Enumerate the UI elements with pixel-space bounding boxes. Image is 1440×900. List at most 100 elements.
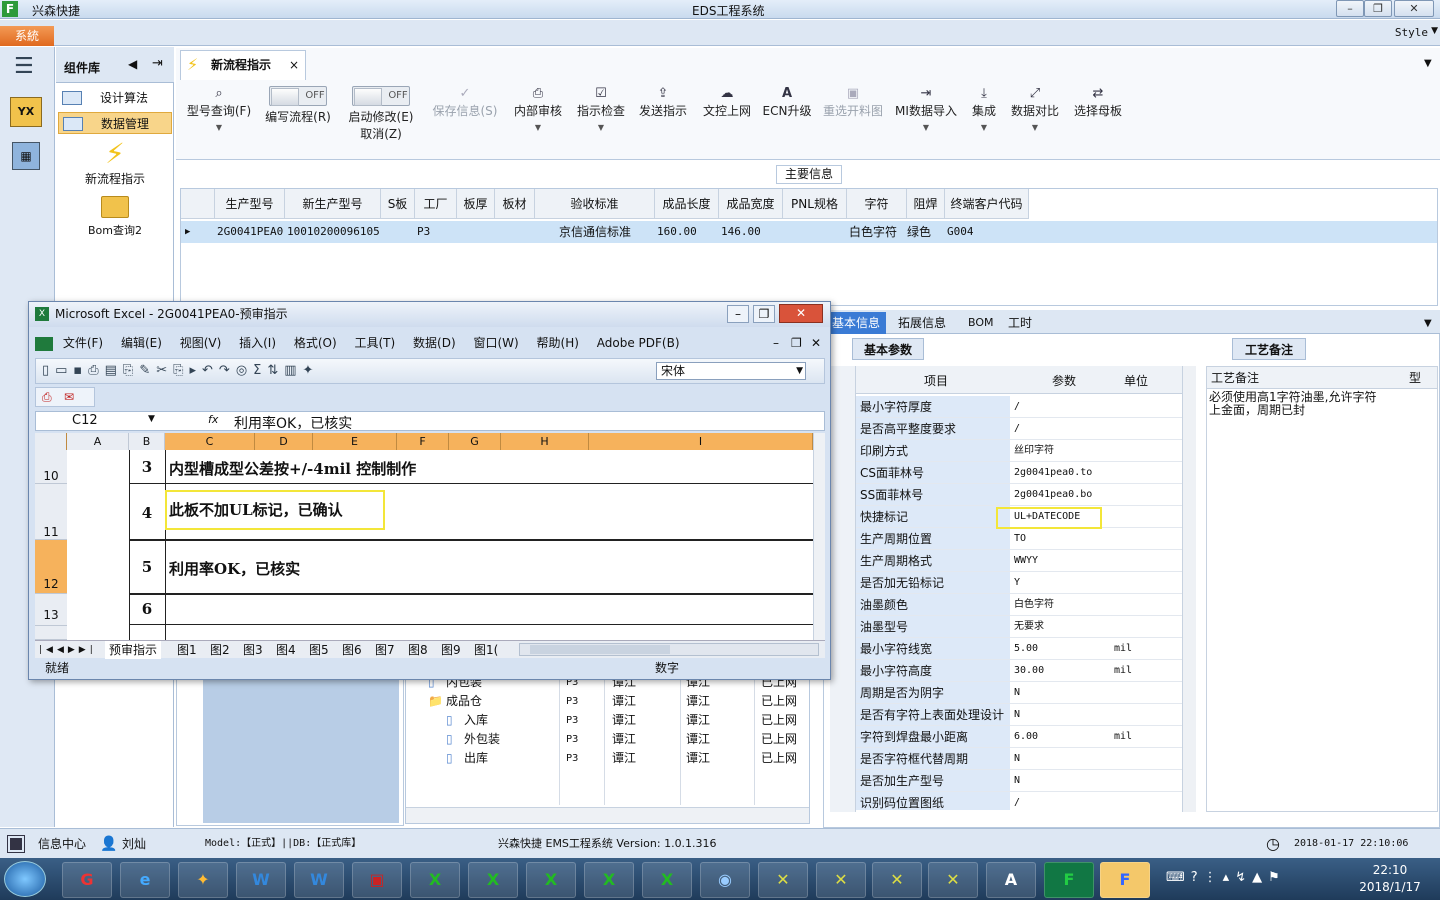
grid-cell[interactable]: 10010200096105 xyxy=(287,222,380,242)
param-row[interactable]: 最小字符高度 30.00 mil xyxy=(856,660,1182,682)
column-header[interactable]: S板 xyxy=(381,189,415,219)
param-value[interactable]: 丝印字符 xyxy=(1014,440,1110,462)
excel-hscrollbar[interactable] xyxy=(519,643,819,656)
toggle-switch[interactable]: OFF xyxy=(352,86,410,106)
word-icon[interactable]: W xyxy=(294,862,344,898)
grid-cell[interactable]: 白色字符 xyxy=(849,222,897,242)
excel-vscrollbar[interactable] xyxy=(813,433,825,640)
column-header[interactable]: 项目 xyxy=(924,372,948,389)
write-process-toggle[interactable]: OFF 编写流程(R) xyxy=(262,86,334,156)
row-header[interactable]: 13 xyxy=(35,594,67,626)
doc-minimize-icon[interactable]: – xyxy=(773,332,779,354)
sheet-nav-icons[interactable]: |◀◀▶▶| xyxy=(39,641,97,659)
param-row[interactable]: 是否高平整度要求 / xyxy=(856,418,1182,440)
bom-query-launcher[interactable]: Bom查询2 xyxy=(58,196,172,238)
column-header[interactable]: 参数 xyxy=(1052,372,1076,389)
param-row[interactable]: SS面菲林号 2g0041pea0.bo xyxy=(856,484,1182,506)
sheet-tab-active[interactable]: 预审指示 xyxy=(105,641,162,659)
column-header[interactable]: G xyxy=(449,433,501,450)
hamburger-icon[interactable]: ☰ xyxy=(14,56,38,78)
param-row[interactable]: 生产周期格式 WWYY xyxy=(856,550,1182,572)
info-center[interactable]: 信息中心 xyxy=(38,829,86,859)
instruction-check-button[interactable]: ☑ 指示检查 ▼ xyxy=(572,86,630,156)
menu-insert[interactable]: 插入(I) xyxy=(239,336,276,350)
component-item-design-algorithm[interactable]: 设计算法 xyxy=(58,87,172,109)
eds-app-icon[interactable]: F xyxy=(1044,862,1094,898)
sheet-tab[interactable]: 图7 xyxy=(375,641,395,659)
formula-input[interactable]: 利用率OK，已核实 xyxy=(234,413,352,433)
collapse-left-icon[interactable]: ◀ xyxy=(128,57,137,71)
grid-cell[interactable]: 京信通信标准 xyxy=(537,222,653,242)
save-info-button[interactable]: ✓ 保存信息(S) xyxy=(428,86,502,156)
sheet-tab[interactable]: 图1 xyxy=(177,641,197,659)
column-header[interactable]: 板材 xyxy=(495,189,535,219)
column-header[interactable]: 阻焊 xyxy=(907,189,945,219)
cancel-label[interactable]: 取消(Z) xyxy=(360,127,402,141)
grid-cell[interactable]: G004 xyxy=(947,222,974,242)
ecn-upgrade-button[interactable]: A ECN升级 xyxy=(760,86,814,156)
menu-help[interactable]: 帮助(H) xyxy=(537,336,579,350)
tab-basic-params[interactable]: 基本参数 xyxy=(852,338,924,360)
menu-tools[interactable]: 工具(T) xyxy=(355,336,396,350)
excel-doc-icon[interactable] xyxy=(35,336,53,351)
column-header[interactable]: 生产型号 xyxy=(215,189,285,219)
tree-node[interactable]: 入库 xyxy=(464,711,488,730)
column-header[interactable]: 成品长度 xyxy=(655,189,719,219)
sheet-tab[interactable]: 图6 xyxy=(342,641,362,659)
excel-taskbar-icon[interactable]: X xyxy=(584,862,634,898)
panel-dropdown-icon[interactable]: ▼ xyxy=(1424,318,1432,329)
column-header[interactable]: 成品宽度 xyxy=(719,189,783,219)
windows-grid-icon[interactable] xyxy=(7,835,25,853)
sheet-tab[interactable]: 图8 xyxy=(408,641,428,659)
column-header[interactable]: D xyxy=(255,433,313,450)
param-value[interactable]: N xyxy=(1014,704,1110,726)
send-instruction-button[interactable]: ⇪ 发送指示 xyxy=(634,86,692,156)
tab-process-notes[interactable]: 工艺备注 xyxy=(1232,338,1306,360)
text-doc-icon[interactable]: A xyxy=(986,862,1036,898)
integrate-button[interactable]: ⤓ 集成 ▼ xyxy=(964,86,1004,156)
param-value[interactable]: 2g0041pea0.bo xyxy=(1014,484,1110,506)
row-header[interactable]: 12 xyxy=(35,540,67,594)
param-value[interactable]: N xyxy=(1014,682,1110,704)
doc-control-online-button[interactable]: ☁ 文控上网 xyxy=(698,86,756,156)
toolbar-icons[interactable]: ▯▭▪⎙▤⎘✎✂⎘▸↶↷◎Σ⇅▥✦ xyxy=(42,363,319,378)
column-header[interactable]: 单位 xyxy=(1124,372,1148,389)
param-row[interactable]: 周期是否为阴字 N xyxy=(856,682,1182,704)
cell-c12[interactable]: 利用率OK，已核实 xyxy=(169,558,300,579)
tab-extended-info[interactable]: 拓展信息 xyxy=(898,312,946,334)
save-disk-icon[interactable]: ▣ xyxy=(352,862,402,898)
excel-taskbar-icon[interactable]: X xyxy=(526,862,576,898)
tree-node[interactable]: 成品仓 xyxy=(446,692,482,711)
font-select[interactable]: 宋体 ▼ xyxy=(656,362,806,380)
sheet-tab[interactable]: 图5 xyxy=(309,641,329,659)
toggle-switch[interactable]: OFF xyxy=(269,86,327,106)
column-header[interactable]: 验收标准 xyxy=(535,189,655,219)
cad-icon[interactable]: ✕ xyxy=(758,862,808,898)
param-value[interactable]: 6.00 xyxy=(1014,726,1110,748)
param-row[interactable]: 是否有字符上表面处理设计 N xyxy=(856,704,1182,726)
column-header[interactable]: A xyxy=(67,433,129,450)
name-box[interactable]: C12 xyxy=(72,413,98,428)
menu-view[interactable]: 视图(V) xyxy=(180,336,222,350)
cell-b10[interactable]: 3 xyxy=(129,458,165,476)
select-motherboard-button[interactable]: ⇄ 选择母板 xyxy=(1068,86,1128,156)
system-button[interactable]: 系統 xyxy=(0,26,54,46)
word-icon[interactable]: W xyxy=(236,862,286,898)
column-header[interactable]: 工厂 xyxy=(415,189,457,219)
tree-node[interactable]: 出库 xyxy=(464,749,488,768)
grid-cell[interactable]: P3 xyxy=(417,222,430,242)
excel-restore-button[interactable]: ❐ xyxy=(753,305,775,323)
yx-tool-icon[interactable]: YX xyxy=(10,97,42,127)
sheet-tab[interactable]: 图4 xyxy=(276,641,296,659)
param-row[interactable]: 生产周期位置 TO xyxy=(856,528,1182,550)
param-value[interactable]: Y xyxy=(1014,572,1110,594)
excel-taskbar-icon[interactable]: X xyxy=(410,862,460,898)
column-header[interactable]: H xyxy=(501,433,589,450)
component-item-data-management[interactable]: 数据管理 xyxy=(58,112,172,134)
taskbar-app-icon[interactable]: G xyxy=(62,862,112,898)
cell-b12[interactable]: 5 xyxy=(129,558,165,576)
ie-icon[interactable]: e xyxy=(120,862,170,898)
ribbon-dropdown-icon[interactable]: ▼ xyxy=(1424,58,1432,69)
cell-c11[interactable]: 此板不加UL标记，已确认 xyxy=(165,490,385,530)
menu-data[interactable]: 数据(D) xyxy=(413,336,456,350)
